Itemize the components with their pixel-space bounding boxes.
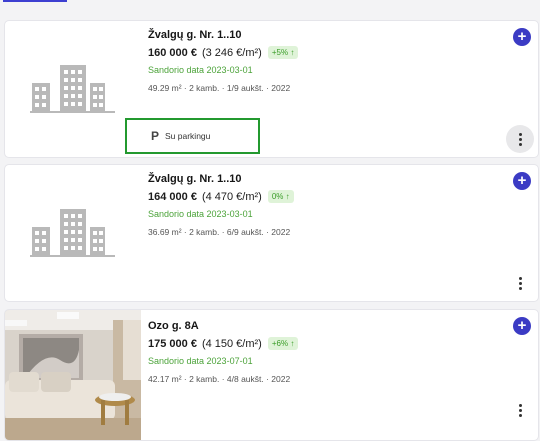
listing-meta: 49.29 m² · 2 kamb. · 1/9 aukšt. · 2022 bbox=[148, 83, 291, 93]
listing-address[interactable]: Žvalgų g. Nr. 1..10 bbox=[148, 173, 498, 185]
more-options-button[interactable] bbox=[506, 125, 534, 153]
listing-card[interactable]: Žvalgų g. Nr. 1..10 160 000 € (3 246 €/m… bbox=[4, 20, 539, 158]
more-options-button[interactable] bbox=[506, 396, 534, 424]
price-per-m2: (4 150 €/m²) bbox=[201, 337, 262, 350]
building-icon bbox=[30, 209, 115, 257]
price-per-m2: (4 470 €/m²) bbox=[201, 190, 262, 203]
add-button[interactable]: + bbox=[513, 172, 531, 190]
listing-price: 164 000 € bbox=[148, 190, 197, 203]
living-room-photo bbox=[5, 310, 141, 440]
more-vert-icon bbox=[518, 276, 522, 290]
listing-thumbnail[interactable] bbox=[5, 165, 141, 301]
parking-tag: P Su parkingu bbox=[125, 118, 260, 154]
deal-date: Sandorio data 2023-03-01 bbox=[148, 209, 253, 219]
listing-price: 175 000 € bbox=[148, 337, 197, 350]
building-icon bbox=[30, 65, 115, 113]
add-button[interactable]: + bbox=[513, 28, 531, 46]
price-change-badge: 0% ↑ bbox=[267, 190, 294, 203]
deal-date: Sandorio data 2023-07-01 bbox=[148, 356, 253, 366]
price-change-badge: +6% ↑ bbox=[267, 337, 299, 350]
listing-price: 160 000 € bbox=[148, 46, 197, 59]
listing-meta: 42.17 m² · 2 kamb. · 4/8 aukšt. · 2022 bbox=[148, 374, 291, 384]
listing-card[interactable]: Ozo g. 8A 175 000 € (4 150 €/m²) +6% ↑ S… bbox=[4, 309, 539, 441]
parking-icon: P bbox=[151, 129, 160, 143]
listing-info: Žvalgų g. Nr. 1..10 160 000 € (3 246 €/m… bbox=[148, 27, 498, 93]
listing-meta: 36.69 m² · 2 kamb. · 6/9 aukšt. · 2022 bbox=[148, 227, 291, 237]
deal-date: Sandorio data 2023-03-01 bbox=[148, 65, 253, 75]
listing-card[interactable]: Žvalgų g. Nr. 1..10 164 000 € (4 470 €/m… bbox=[4, 164, 539, 302]
top-link-underline[interactable] bbox=[3, 0, 67, 2]
add-button[interactable]: + bbox=[513, 317, 531, 335]
more-vert-icon bbox=[518, 403, 522, 417]
listing-info: Ozo g. 8A 175 000 € (4 150 €/m²) +6% ↑ S… bbox=[148, 318, 498, 384]
listing-info: Žvalgų g. Nr. 1..10 164 000 € (4 470 €/m… bbox=[148, 171, 498, 237]
listing-photo[interactable] bbox=[5, 310, 141, 440]
more-options-button[interactable] bbox=[506, 269, 534, 297]
price-per-m2: (3 246 €/m²) bbox=[201, 46, 262, 59]
listing-thumbnail[interactable] bbox=[5, 21, 141, 157]
listing-address[interactable]: Ozo g. 8A bbox=[148, 320, 498, 332]
more-vert-icon bbox=[518, 132, 522, 146]
parking-label: Su parkingu bbox=[165, 131, 211, 141]
listing-address[interactable]: Žvalgų g. Nr. 1..10 bbox=[148, 29, 498, 41]
price-change-badge: +5% ↑ bbox=[267, 46, 299, 59]
